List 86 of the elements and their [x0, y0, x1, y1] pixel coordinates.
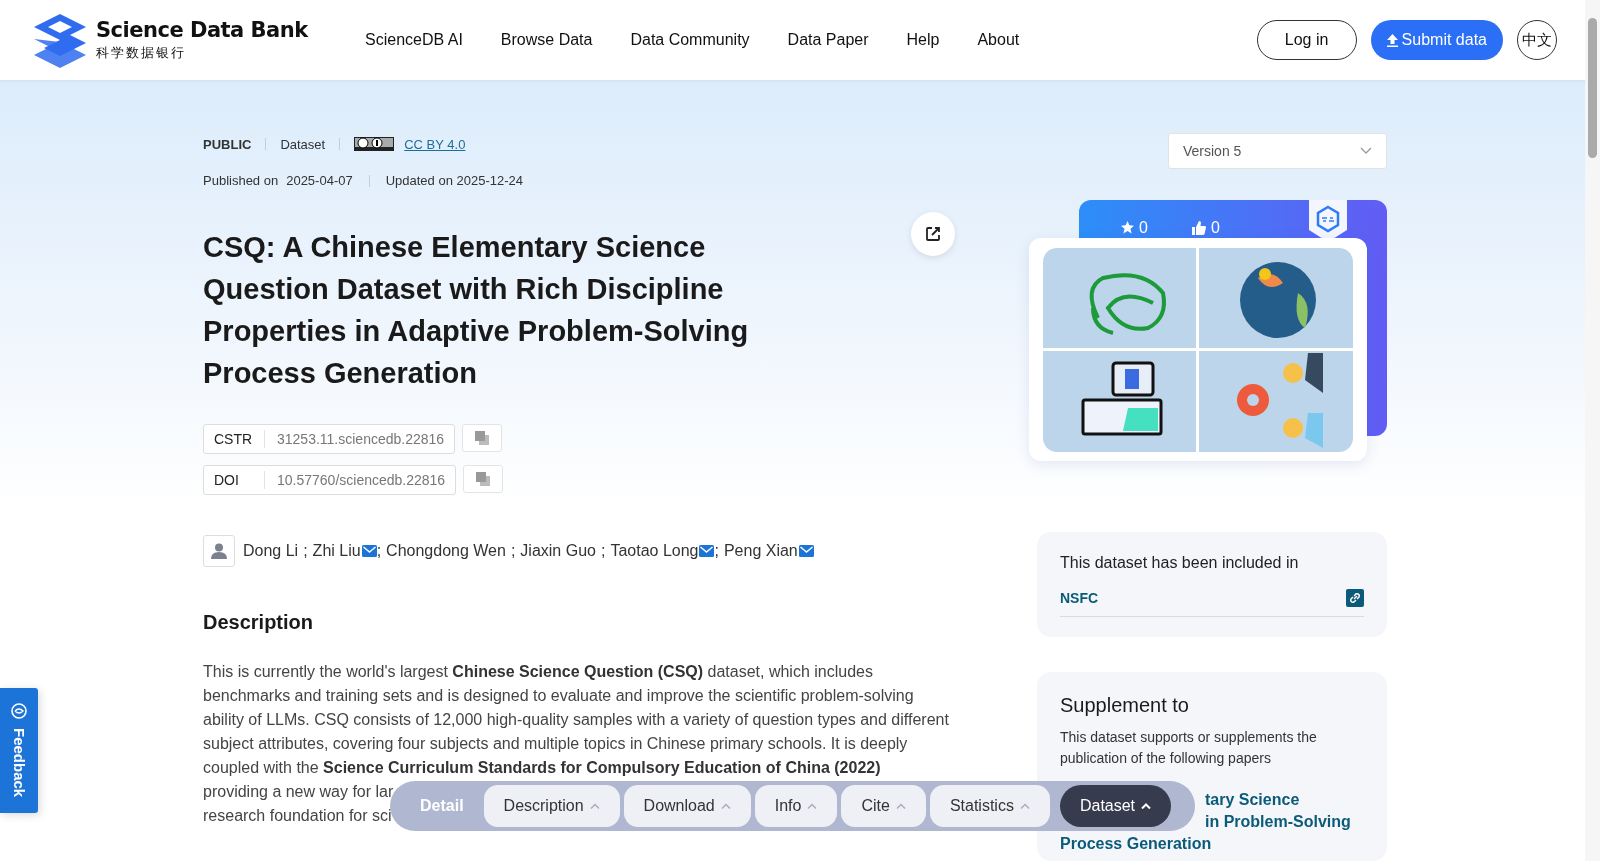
section-nav-label: Detail	[420, 797, 464, 815]
paper-link[interactable]: Process Generation	[1060, 833, 1212, 855]
chevron-up-icon	[589, 803, 600, 809]
chevron-up-icon	[1141, 803, 1152, 809]
separator-text: ;	[510, 542, 516, 560]
separator-text: ;	[376, 542, 382, 560]
identifier-value: 31253.11.sciencedb.22816	[276, 431, 446, 447]
author-name[interactable]: Zhi Liu	[312, 542, 361, 560]
nav-link[interactable]: ScienceDB AI	[365, 31, 463, 49]
license-badge-icon	[354, 137, 395, 151]
paper-link[interactable]: tary Science	[1205, 789, 1300, 811]
person-icon	[211, 543, 227, 559]
copy-button[interactable]	[463, 465, 504, 493]
updated-date: Updated on 2025-12-24	[385, 173, 523, 188]
section-heading: Description	[203, 611, 315, 634]
author-name[interactable]: Chongdong Wen	[386, 542, 506, 560]
logo-title: Science Data Bank	[96, 18, 308, 42]
scrollbar-thumb[interactable]	[1588, 18, 1597, 158]
section-tab[interactable]: Cite	[841, 785, 926, 827]
section-tab[interactable]: Download	[623, 785, 751, 827]
nav-link[interactable]: Data Paper	[787, 31, 869, 49]
identifier-label: CSTR	[204, 430, 265, 448]
description-line: coupled with the Science Curriculum Standards for Compulsory Education of China (2022)	[203, 758, 881, 778]
nav-link[interactable]: Help	[906, 31, 940, 49]
description-line: ability of LLMs. CSQ consists of 12,000 high-quality samples with a variety of question types and different	[203, 710, 949, 730]
author-name[interactable]: Peng Xian	[723, 542, 798, 560]
section-tab[interactable]: Info	[754, 785, 838, 827]
published-date: 2025-04-07	[286, 173, 353, 188]
logo-icon	[32, 12, 88, 68]
included-heading: This dataset has been included in	[1060, 554, 1300, 573]
version-label: Version 5	[1183, 142, 1242, 159]
description-line: benchmarks and training sets and is designed to evaluate and improve the scientific problem-solving	[203, 686, 914, 706]
author-name[interactable]: Taotao Long	[610, 542, 699, 560]
description-line: providing a new way for lar	[203, 782, 394, 802]
feedback-button[interactable]: Feedback	[0, 688, 38, 813]
chevron-up-icon	[1019, 803, 1030, 809]
license-link[interactable]: CC BY 4.0	[404, 136, 466, 152]
paper-link[interactable]: in Problem-Solving	[1205, 811, 1351, 833]
section-tab[interactable]: Description	[483, 785, 620, 827]
chevron-up-icon	[720, 803, 731, 809]
upload-icon	[1386, 33, 1398, 47]
copy-button[interactable]	[462, 424, 503, 452]
nav-link[interactable]: Data Community	[630, 31, 750, 49]
access-label: PUBLIC	[203, 136, 252, 152]
copy-icon	[476, 472, 491, 486]
dataset-title: CSQ: A Chinese Elementary Science Question Dataset with Rich Discipline Properties in Adaptive Problem-Solving Process Generation	[203, 230, 750, 391]
feedback-icon	[10, 702, 28, 720]
separator-text: ;	[303, 542, 308, 560]
description-line: subject attributes, covering four subjects and multiple topics in Chinese primary schools. It is deeply	[203, 734, 908, 754]
star-count: 0	[1139, 218, 1148, 237]
published-label: Published on	[203, 173, 279, 188]
star-icon	[1121, 221, 1134, 235]
type-label: Dataset	[280, 136, 326, 152]
supplement-text: This dataset supports or supplements the publication of the following papers	[1060, 728, 1318, 768]
chevron-up-icon	[807, 803, 818, 809]
nav-link[interactable]: Browse Data	[500, 31, 593, 49]
nav-link[interactable]: About	[977, 31, 1020, 49]
share-button[interactable]	[911, 212, 955, 256]
section-tab[interactable]: Dataset	[1059, 785, 1172, 827]
version-select[interactable]: Version 5	[1168, 133, 1387, 169]
author-name[interactable]: Dong Li	[243, 542, 299, 560]
separator-text: ;	[714, 542, 719, 560]
identifier-value: 10.57760/sciencedb.22816	[276, 472, 447, 488]
language-button[interactable]: 中文	[1517, 20, 1557, 60]
supplement-heading: Supplement to	[1060, 694, 1190, 717]
external-link-icon	[924, 225, 942, 243]
separator-text: ;	[600, 542, 606, 560]
email-icon	[699, 545, 715, 557]
chevron-up-icon	[895, 803, 906, 809]
chevron-down-icon	[1360, 147, 1372, 155]
submit-data-button[interactable]: Submit data	[1370, 20, 1503, 60]
logo-subtitle: 科学数据银行	[96, 44, 187, 62]
email-icon	[798, 545, 814, 557]
email-icon	[361, 545, 377, 557]
description-line: research foundation for sci	[203, 806, 392, 826]
link-icon	[1346, 589, 1364, 608]
author-name[interactable]: Jiaxin Guo	[520, 542, 596, 560]
identifier-label: DOI	[204, 471, 265, 489]
description-line: This is currently the world's largest Chinese Science Question (CSQ) dataset, which includes	[203, 662, 873, 682]
collection-link[interactable]: NSFC	[1060, 590, 1099, 607]
like-count: 0	[1210, 218, 1220, 237]
login-button[interactable]: Log in	[1256, 20, 1357, 60]
copy-icon	[475, 431, 490, 445]
scrollbar[interactable]	[1585, 0, 1600, 861]
section-tab[interactable]: Statistics	[929, 785, 1050, 827]
thumbs-up-icon	[1191, 220, 1206, 235]
